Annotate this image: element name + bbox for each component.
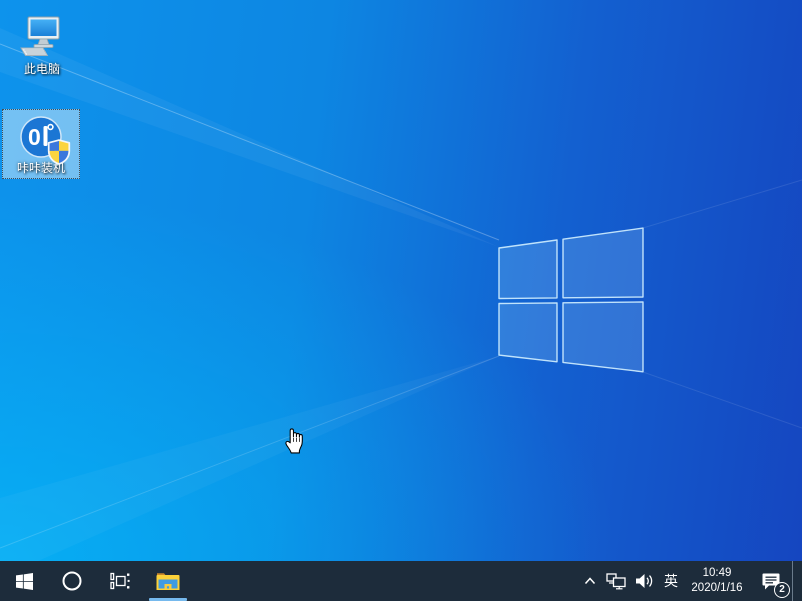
input-method-indicator[interactable]: 英 [658, 561, 684, 601]
desktop-icon-label-this-pc: 此电脑 [23, 62, 60, 76]
windows-logo-light-rays [0, 28, 802, 561]
show-desktop-button[interactable] [792, 561, 802, 601]
windows-start-icon [15, 572, 33, 590]
windows-desktop: 此电脑 0 咔咔装机 英 10:49 2020/1/16 2 [0, 0, 802, 601]
file-explorer-button[interactable] [144, 561, 192, 601]
desktop-icon-this-pc[interactable]: 此电脑 [3, 8, 81, 80]
uac-shield-icon [47, 139, 71, 165]
action-center-button[interactable]: 2 [750, 561, 792, 601]
task-view-button[interactable] [96, 561, 144, 601]
task-view-icon [110, 572, 130, 590]
volume-tray-button[interactable] [630, 561, 658, 601]
taskbar: 英 10:49 2020/1/16 2 [0, 561, 802, 601]
chevron-up-icon [584, 577, 596, 585]
cortana-search-button[interactable] [48, 561, 96, 601]
clock[interactable]: 10:49 2020/1/16 [684, 561, 750, 601]
desktop-wallpaper[interactable] [0, 0, 802, 561]
cortana-circle-icon [62, 571, 82, 591]
svg-text:0: 0 [28, 124, 41, 150]
taskbar-empty-area[interactable] [192, 561, 578, 601]
clock-time: 10:49 [702, 567, 732, 579]
file-explorer-icon [156, 573, 180, 590]
notification-count-badge: 2 [774, 582, 790, 598]
network-tray-button[interactable] [602, 561, 630, 601]
desktop-icon-kaka-installer[interactable]: 0 咔咔装机 [2, 109, 80, 179]
hidden-icons-chevron-button[interactable] [578, 561, 602, 601]
system-tray: 英 10:49 2020/1/16 2 [578, 561, 802, 601]
network-ethernet-icon [606, 572, 626, 589]
this-pc-icon [20, 16, 60, 56]
speaker-icon [635, 574, 652, 588]
clock-date: 2020/1/16 [691, 582, 743, 594]
start-button[interactable] [0, 561, 48, 601]
